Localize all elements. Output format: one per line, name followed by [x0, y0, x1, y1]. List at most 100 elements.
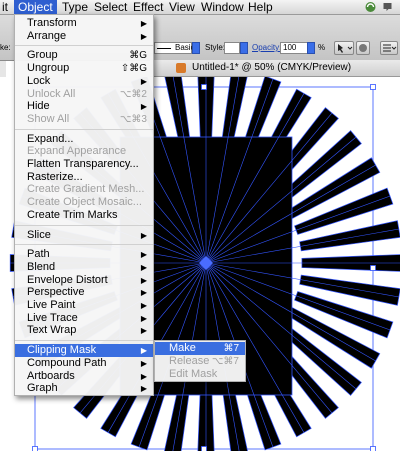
- menu-item-label: Expand...: [27, 132, 74, 145]
- submenu-arrow-icon: ▶: [140, 326, 147, 336]
- document-setup-button[interactable]: [356, 41, 370, 55]
- stroke-label: ke:: [0, 43, 11, 52]
- menu-effect[interactable]: Effect: [133, 0, 163, 14]
- document-title: Untitled-1* @ 50% (CMYK/Preview): [192, 62, 352, 73]
- menu-view[interactable]: View: [169, 0, 195, 14]
- object-menu-item-slice[interactable]: Slice ▶: [15, 229, 153, 242]
- submenu-arrow-icon: ▶: [140, 371, 147, 381]
- submenu-arrow-icon: ▶: [140, 76, 147, 86]
- menu-item-label: Envelope Distort: [27, 273, 108, 286]
- menu-item-label: Group: [27, 49, 58, 62]
- object-menu-item-rasterize[interactable]: Rasterize...: [15, 171, 153, 184]
- submenu-arrow-icon: ▶: [140, 288, 147, 298]
- object-menu-item-artboards[interactable]: Artboards ▶: [15, 370, 153, 383]
- object-menu-item-show-all: Show All ⌥⌘3: [15, 113, 153, 126]
- menu-item-label: Artboards: [27, 369, 75, 382]
- object-menu-item-create-trim-marks[interactable]: Create Trim Marks: [15, 209, 153, 222]
- object-menu-item-expand[interactable]: Expand...: [15, 133, 153, 146]
- menubar: it Object Type Select Effect View Window…: [0, 0, 400, 15]
- object-menu-item-path[interactable]: Path ▶: [15, 248, 153, 261]
- opacity-input[interactable]: 100: [280, 42, 308, 54]
- graphic-style-dropdown[interactable]: [240, 42, 248, 54]
- menu-item-label: Flatten Transparency...: [27, 158, 139, 170]
- object-menu-item-transform[interactable]: Transform ▶: [15, 17, 153, 30]
- document-tab[interactable]: Untitled-1* @ 50% (CMYK/Preview): [150, 60, 400, 77]
- object-menu-item-flatten-transparency[interactable]: Flatten Transparency...: [15, 158, 153, 171]
- object-menu-item-live-trace[interactable]: Live Trace ▶: [15, 312, 153, 325]
- submenu-arrow-icon: ▶: [140, 346, 147, 356]
- bounding-box-handle[interactable]: [201, 84, 207, 90]
- menu-window[interactable]: Window: [201, 0, 244, 14]
- object-menu-item-envelope-distort[interactable]: Envelope Distort ▶: [15, 274, 153, 287]
- submenu-arrow-icon: ▶: [140, 230, 147, 240]
- menu-item-label: Create Gradient Mesh...: [27, 183, 145, 196]
- menu-item-label: Create Object Mosaic...: [27, 196, 142, 209]
- object-menu-item-live-paint[interactable]: Live Paint ▶: [15, 299, 153, 312]
- menu-item-shortcut: ⌥⌘7: [211, 356, 239, 367]
- object-menu-item-create-object-mosaic: Create Object Mosaic...: [15, 196, 153, 209]
- globe-icon: [359, 44, 367, 52]
- menu-item-label: Compound Path: [27, 356, 107, 369]
- object-menu-item-arrange[interactable]: Arrange ▶: [15, 30, 153, 43]
- object-menu-item-clipping-mask[interactable]: Clipping Mask ▶: [15, 344, 153, 358]
- menu-item-label: Create Trim Marks: [27, 208, 118, 221]
- bounding-box-handle[interactable]: [201, 446, 207, 451]
- brush-style-field[interactable]: Basic: [154, 42, 195, 54]
- menu-select[interactable]: Select: [94, 0, 127, 14]
- menu-item-shortcut: ⌥⌘2: [119, 88, 147, 100]
- clipping-submenu-item-edit-mask: Edit Mask: [155, 368, 245, 381]
- submenu-arrow-icon: ▶: [140, 19, 147, 28]
- submenu-arrow-icon: ▶: [140, 250, 147, 260]
- object-menu-item-blend[interactable]: Blend ▶: [15, 261, 153, 274]
- select-similar-button[interactable]: [334, 41, 354, 55]
- object-menu-item-text-wrap[interactable]: Text Wrap ▶: [15, 324, 153, 337]
- bounding-box-handle[interactable]: [370, 84, 376, 90]
- options-menu-icon: [383, 44, 397, 52]
- graphic-style-swatch[interactable]: [224, 42, 240, 54]
- submenu-arrow-icon: ▶: [140, 301, 147, 310]
- menu-object[interactable]: Object: [14, 0, 57, 14]
- menu-separator: [15, 128, 153, 130]
- menu-item-label: Edit Mask: [169, 368, 218, 380]
- menu-item-label: Text Wrap: [27, 324, 77, 337]
- menu-item-label: Path: [27, 248, 50, 261]
- bounding-box-handle[interactable]: [370, 265, 376, 271]
- menu-item-label: Arrange: [27, 29, 67, 42]
- bounding-box-handle[interactable]: [32, 446, 38, 451]
- menu-item-label: Clipping Mask: [27, 344, 97, 357]
- object-menu-item-lock[interactable]: Lock ▶: [15, 75, 153, 88]
- object-menu-item-compound-path[interactable]: Compound Path ▶: [15, 357, 153, 370]
- sync-icon[interactable]: [364, 1, 377, 13]
- brush-style-dropdown[interactable]: [192, 42, 200, 54]
- object-menu-item-hide[interactable]: Hide ▶: [15, 100, 153, 113]
- opacity-label[interactable]: Opacity:: [252, 43, 281, 53]
- menu-separator: [15, 244, 153, 246]
- opacity-dropdown[interactable]: [307, 42, 315, 54]
- menu-item-label: Graph: [27, 382, 58, 395]
- menu-item-label: Live Trace: [27, 311, 78, 324]
- clipping-submenu-item-release: Release ⌥⌘7: [155, 355, 245, 368]
- object-menu-item-unlock-all: Unlock All ⌥⌘2: [15, 88, 153, 101]
- spotlight-icon[interactable]: [381, 1, 394, 13]
- menu-help[interactable]: Help: [248, 0, 273, 14]
- clipping-submenu-item-make[interactable]: Make ⌘7: [155, 342, 245, 355]
- submenu-arrow-icon: ▶: [140, 31, 147, 41]
- document-icon: [176, 63, 186, 73]
- bounding-box-handle[interactable]: [370, 446, 376, 451]
- menu-item-label: Ungroup: [27, 62, 70, 75]
- panel-options-button[interactable]: [380, 41, 398, 55]
- object-menu-item-ungroup[interactable]: Ungroup ⇧⌘G: [15, 62, 153, 75]
- submenu-arrow-icon: ▶: [140, 358, 147, 368]
- menu-item-label: Release: [169, 355, 210, 367]
- style-label: Style:: [205, 43, 226, 52]
- menu-item-label: Blend: [27, 260, 56, 273]
- object-menu-item-perspective[interactable]: Perspective ▶: [15, 286, 153, 299]
- menu-separator: [15, 224, 153, 226]
- menu-edit[interactable]: it: [2, 0, 8, 14]
- object-menu-item-graph[interactable]: Graph ▶: [15, 382, 153, 395]
- menu-type[interactable]: Type: [62, 0, 88, 14]
- select-similar-icon: [338, 44, 353, 53]
- object-menu-item-group[interactable]: Group ⌘G: [15, 49, 153, 62]
- menu-item-shortcut: ⌘G: [129, 50, 147, 62]
- menu-item-label: Slice: [27, 228, 51, 241]
